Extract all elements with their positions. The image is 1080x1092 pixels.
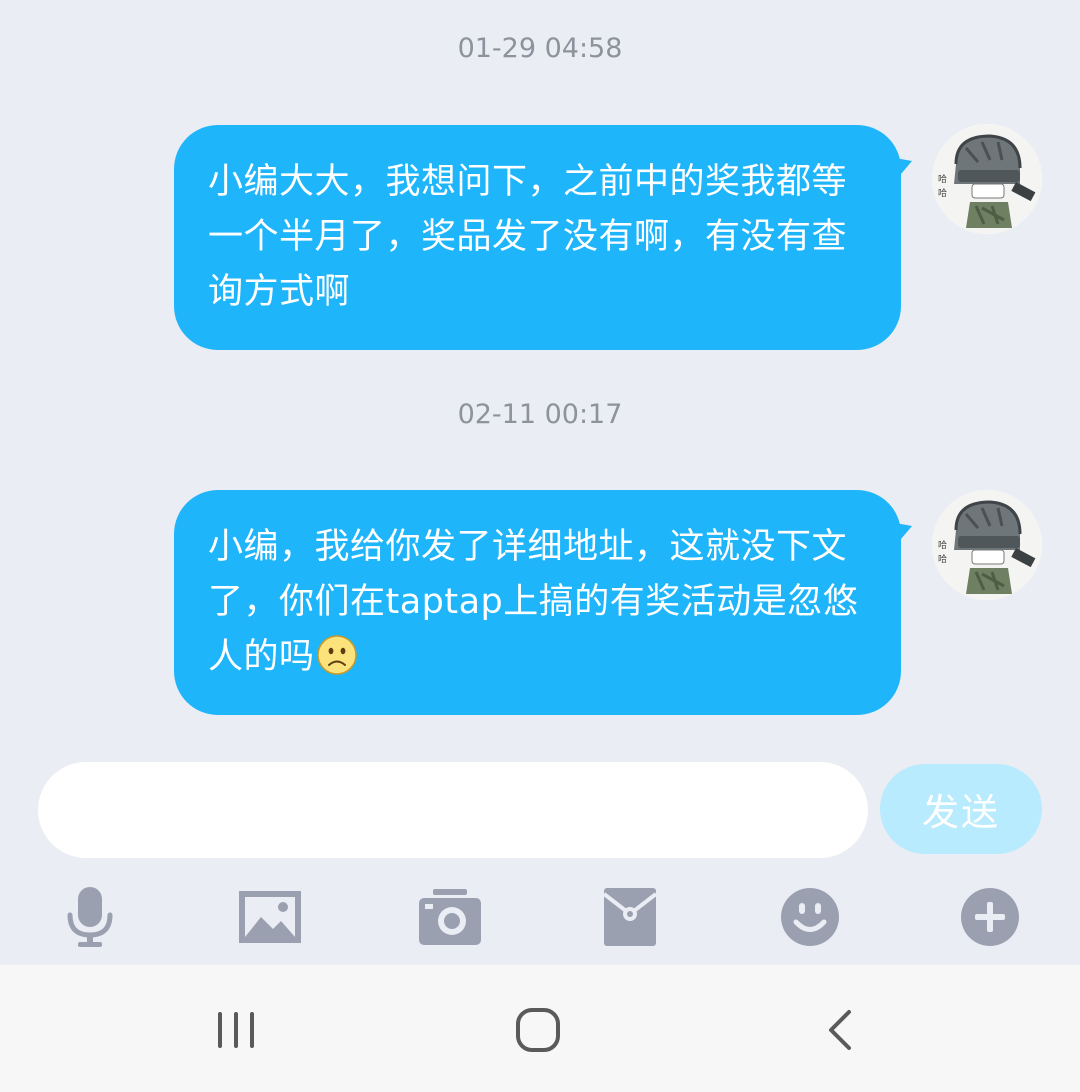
message-timestamp: 01-29 04:58 [457, 33, 623, 64]
frown-face-icon [316, 635, 357, 675]
chat-message-list[interactable]: 01-29 04:58 小编大大，我想问下，之前中的奖我都等一个半月了，奖品发了… [0, 0, 1080, 750]
message-bubble[interactable]: 小编，我给你发了详细地址，这就没下文了，你们在taptap上搞的有奖活动是忽悠人… [174, 490, 917, 715]
send-button[interactable]: 发送 [880, 764, 1042, 854]
bubble-tail [883, 512, 917, 550]
microphone-icon[interactable] [55, 882, 125, 952]
helmet-character-icon: 哈 哈 [932, 124, 1042, 234]
message-bubble[interactable]: 小编大大，我想问下，之前中的奖我都等一个半月了，奖品发了没有啊，有没有查询方式啊 [174, 125, 917, 350]
svg-text:哈: 哈 [938, 539, 947, 551]
message-timestamp: 02-11 00:17 [457, 399, 623, 430]
camera-icon[interactable] [415, 882, 485, 952]
image-icon[interactable] [235, 882, 305, 952]
user-avatar[interactable]: 哈 哈 [932, 490, 1042, 600]
emoji-icon[interactable] [775, 882, 845, 952]
svg-text:哈: 哈 [938, 173, 947, 185]
composer-toolbar [0, 870, 1080, 965]
system-navigation-bar [0, 965, 1080, 1092]
message-input[interactable] [38, 762, 868, 858]
back-icon[interactable] [800, 995, 880, 1065]
svg-text:哈: 哈 [938, 553, 947, 565]
user-avatar[interactable]: 哈 哈 [932, 124, 1042, 234]
message-text: 小编，我给你发了详细地址，这就没下文了，你们在taptap上搞的有奖活动是忽悠人… [208, 527, 859, 677]
bubble-tail [883, 147, 917, 185]
message-composer: 发送 [0, 750, 1080, 870]
home-icon[interactable] [498, 995, 578, 1065]
message-text: 小编大大，我想问下，之前中的奖我都等一个半月了，奖品发了没有啊，有没有查询方式啊 [208, 162, 848, 312]
helmet-character-icon: 哈 哈 [932, 490, 1042, 600]
recent-apps-icon[interactable] [196, 995, 276, 1065]
plus-icon[interactable] [955, 882, 1025, 952]
red-packet-icon[interactable] [595, 882, 665, 952]
svg-text:哈: 哈 [938, 187, 947, 199]
